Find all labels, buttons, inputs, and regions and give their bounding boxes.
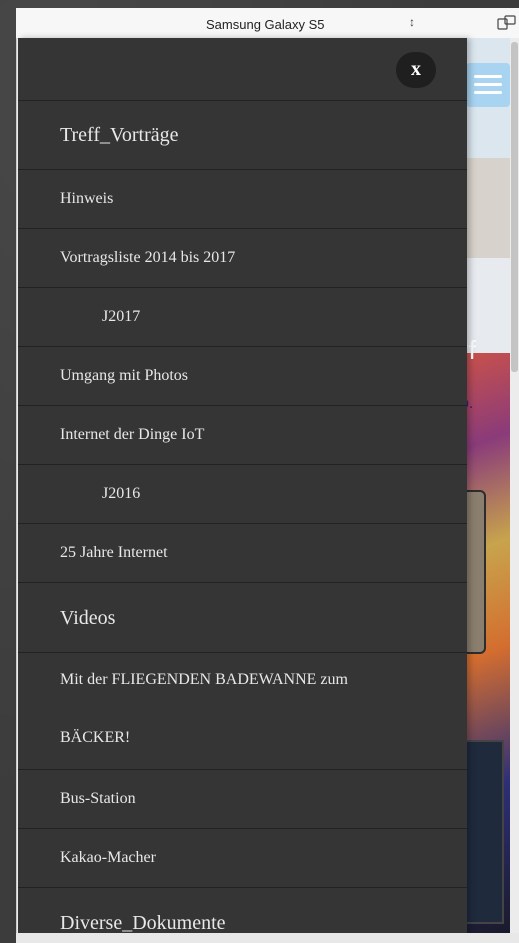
menu-item-label: Vortragsliste 2014 bis 2017	[60, 249, 236, 266]
menu-item[interactable]: Videos	[18, 583, 467, 653]
device-select[interactable]: Samsung Galaxy S5	[206, 17, 325, 32]
hamburger-menu-icon[interactable]	[466, 63, 510, 107]
menu-item-label: 25 Jahre Internet	[60, 544, 168, 561]
menu-item[interactable]: Internet der Dinge IoT	[18, 406, 467, 465]
menu-item[interactable]: J2016	[18, 465, 467, 524]
menu-item[interactable]: Bus-Station	[18, 770, 467, 829]
menu-item-label: Mit der FLIEGENDEN BADEWANNE zum	[60, 671, 348, 688]
device-toolbar: Samsung Galaxy S5 ↕	[16, 8, 519, 39]
menu-item-label: Internet der Dinge IoT	[60, 426, 205, 443]
menu-item-label: Umgang mit Photos	[60, 367, 189, 384]
menu-item[interactable]: Umgang mit Photos	[18, 347, 467, 406]
menu-item-label: J2016	[102, 485, 141, 502]
menu-item[interactable]: Treff_Vorträge	[18, 100, 467, 170]
menu-item-label: Diverse_Dokumente	[60, 912, 226, 933]
page-scrollbar-thumb[interactable]	[511, 42, 518, 372]
rotate-device-icon[interactable]	[496, 14, 518, 32]
menu-item-label-line2: BÄCKER!	[60, 729, 131, 746]
menu-item[interactable]: Hinweis	[18, 170, 467, 229]
close-menu-button[interactable]: x	[396, 52, 436, 88]
menu-list: Treff_Vorträge Hinweis Vortragsliste 2014 …	[18, 100, 467, 933]
menu-item-label: Videos	[60, 607, 116, 629]
menu-item[interactable]: Vortragsliste 2014 bis 2017	[18, 229, 467, 288]
menu-item[interactable]: J2017	[18, 288, 467, 347]
menu-item-label: J2017	[102, 308, 141, 325]
device-bottom-edge	[16, 933, 519, 943]
side-menu-panel: x Treff_Vorträge Hinweis Vortragsliste 201…	[18, 38, 467, 933]
menu-item-label: Treff_Vorträge	[60, 124, 179, 146]
menu-header: x	[18, 38, 467, 101]
menu-item-label: Bus-Station	[60, 790, 136, 807]
menu-item-label: Hinweis	[60, 190, 114, 207]
menu-item-label: Kakao-Macher	[60, 849, 156, 866]
menu-item[interactable]: Mit der FLIEGENDEN BADEWANNE zum BÄCKER!	[18, 653, 467, 770]
chevron-updown-icon[interactable]: ↕	[409, 15, 415, 29]
menu-item[interactable]: Diverse_Dokumente	[18, 888, 467, 933]
menu-item[interactable]: 25 Jahre Internet	[18, 524, 467, 583]
menu-item[interactable]: Kakao-Macher	[18, 829, 467, 888]
